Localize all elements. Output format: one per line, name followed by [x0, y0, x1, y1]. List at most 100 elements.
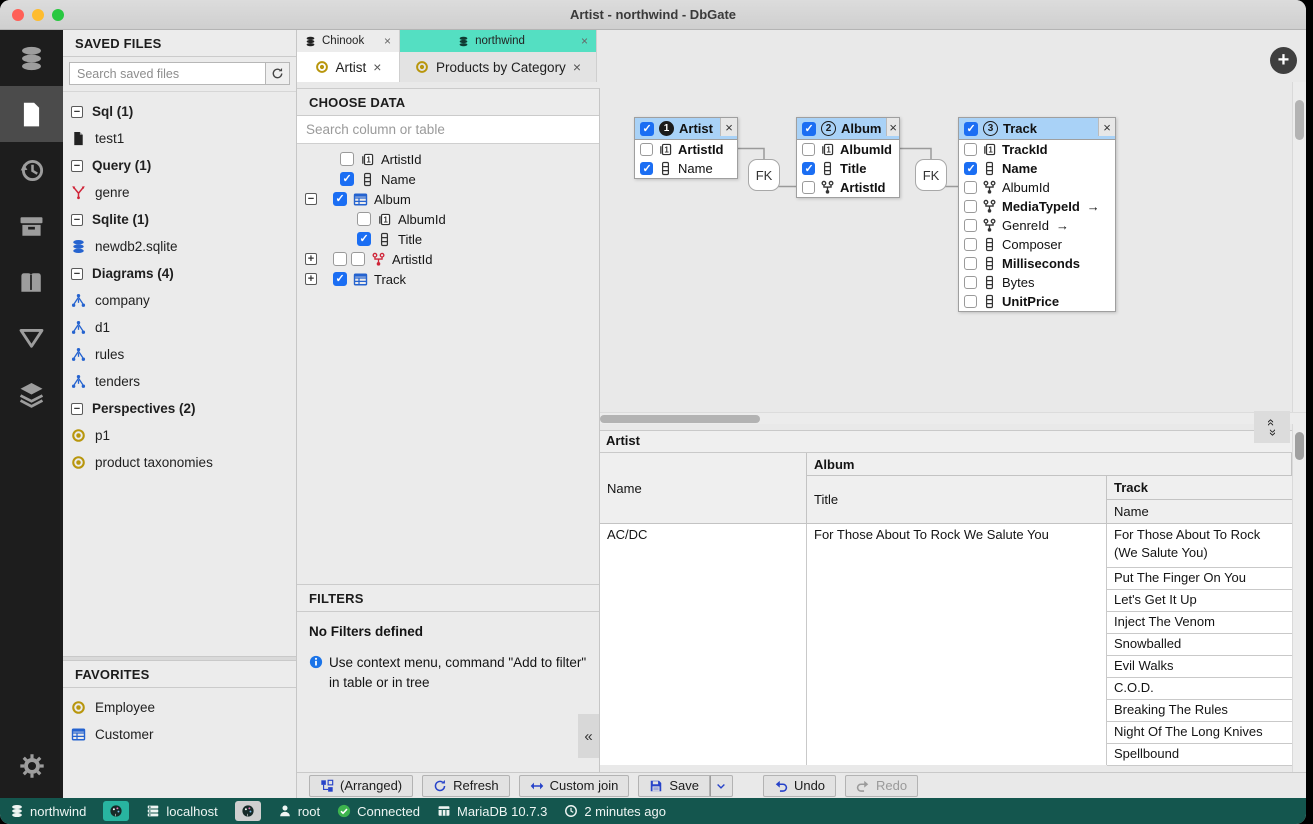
close-icon[interactable]: ×	[886, 118, 899, 136]
tree-row-title[interactable]: Title	[297, 229, 599, 249]
checkbox-unchecked[interactable]	[964, 181, 977, 194]
collapse-icon[interactable]: −	[71, 160, 83, 172]
checkbox-checked[interactable]	[640, 122, 654, 136]
rail-layers-icon[interactable]	[0, 366, 63, 422]
collapse-panel-icon[interactable]: «	[578, 714, 599, 758]
grid-cell-track[interactable]: For Those About To Rock (We Salute You)	[1107, 524, 1292, 568]
saved-item-company[interactable]: company	[63, 287, 296, 314]
rail-files-icon[interactable]	[0, 86, 63, 142]
collapse-icon[interactable]: −	[71, 403, 83, 415]
refresh-files-icon[interactable]	[266, 62, 290, 85]
diagram-column-row[interactable]: Name	[959, 159, 1115, 178]
tree-row-artistid-fk[interactable]: +ArtistId	[297, 249, 599, 269]
grid-cell-track[interactable]: Inject The Venom	[1107, 612, 1292, 634]
checkbox-checked[interactable]	[333, 272, 347, 286]
diagram-table-album[interactable]: 2Album× AlbumId Title ArtistId	[796, 117, 900, 198]
reference-arrow-icon[interactable]: →	[1087, 199, 1100, 214]
status-user[interactable]: root	[278, 804, 320, 819]
save-dropdown-button[interactable]	[710, 775, 733, 797]
status-host[interactable]: localhost	[146, 804, 217, 819]
rail-archive-icon[interactable]	[0, 198, 63, 254]
fk-relation-badge[interactable]: FK	[748, 159, 780, 191]
fk-relation-badge[interactable]: FK	[915, 159, 947, 191]
diagram-column-row[interactable]: TrackId	[959, 140, 1115, 159]
checkbox-unchecked[interactable]	[964, 238, 977, 251]
diagram-table-track[interactable]: 3Track× TrackId Name AlbumId MediaTypeId…	[958, 117, 1116, 312]
saved-group-query[interactable]: −Query (1)	[63, 152, 296, 179]
favorite-customer[interactable]: Customer	[63, 721, 296, 748]
diagram-column-row[interactable]: UnitPrice	[959, 292, 1115, 311]
expand-icon[interactable]: +	[305, 273, 317, 285]
checkbox-unchecked[interactable]	[964, 276, 977, 289]
diagram-column-row[interactable]: Title	[797, 159, 899, 178]
close-icon[interactable]: ×	[720, 118, 737, 136]
checkbox-checked[interactable]	[802, 122, 816, 136]
rail-filter-icon[interactable]	[0, 310, 63, 366]
grid-cell-track[interactable]: Night Of The Long Knives	[1107, 722, 1292, 744]
grid-column-header-title[interactable]: Title	[807, 476, 1107, 524]
diagram-column-row[interactable]: Bytes	[959, 273, 1115, 292]
grid-cell-track[interactable]: Put The Finger On You	[1107, 568, 1292, 590]
db-tab-chinook[interactable]: Chinook×	[297, 30, 400, 52]
expand-icon[interactable]: +	[305, 253, 317, 265]
grid-cell-track[interactable]: Spellbound	[1107, 744, 1292, 766]
checkbox-unchecked[interactable]	[964, 143, 977, 156]
status-database[interactable]: northwind	[10, 804, 86, 819]
tree-row-artistid[interactable]: ArtistId	[297, 149, 599, 169]
checkbox-unchecked[interactable]	[333, 252, 347, 266]
grid-group-header-track[interactable]: Track	[1107, 476, 1292, 500]
checkbox-unchecked[interactable]	[964, 219, 977, 232]
file-tab-artist[interactable]: Artist×	[297, 52, 400, 82]
checkbox-checked[interactable]	[964, 162, 977, 175]
saved-files-search-input[interactable]	[69, 62, 266, 85]
redo-button[interactable]: Redo	[845, 775, 918, 797]
checkbox-unchecked[interactable]	[964, 200, 977, 213]
grid-cell-track[interactable]: Let's Get It Up	[1107, 590, 1292, 612]
collapse-icon[interactable]: −	[305, 193, 317, 205]
rail-book-icon[interactable]	[0, 254, 63, 310]
collapse-icon[interactable]: −	[71, 214, 83, 226]
status-server-version[interactable]: MariaDB 10.7.3	[437, 804, 547, 819]
database-color-badge[interactable]	[103, 801, 129, 821]
checkbox-unchecked[interactable]	[802, 181, 815, 194]
grid-column-header-track-name[interactable]: Name	[1107, 500, 1292, 524]
diagram-column-row[interactable]: AlbumId	[959, 178, 1115, 197]
collapse-icon[interactable]: −	[71, 268, 83, 280]
reference-arrow-icon[interactable]: →	[1056, 218, 1069, 233]
diagram-canvas[interactable]: 1Artist× ArtistId Name 2Album× AlbumId T…	[600, 82, 1306, 412]
tree-row-album[interactable]: −Album	[297, 189, 599, 209]
checkbox-unchecked[interactable]	[357, 212, 371, 226]
saved-item-test1[interactable]: test1	[63, 125, 296, 152]
grid-horizontal-scrollbar[interactable]	[600, 412, 1306, 424]
rail-database-icon[interactable]	[0, 30, 63, 86]
arranged-button[interactable]: (Arranged)	[309, 775, 413, 797]
close-icon[interactable]: ×	[573, 59, 581, 75]
checkbox-unchecked[interactable]	[964, 295, 977, 308]
checkbox-checked[interactable]	[802, 162, 815, 175]
grid-column-header-name[interactable]: Name	[600, 453, 807, 524]
close-icon[interactable]: ×	[373, 59, 381, 75]
grid-cell-track[interactable]: Snowballed	[1107, 634, 1292, 656]
checkbox-checked[interactable]	[357, 232, 371, 246]
saved-group-sql[interactable]: −Sql (1)	[63, 98, 296, 125]
favorite-employee[interactable]: Employee	[63, 694, 296, 721]
saved-group-sqlite[interactable]: −Sqlite (1)	[63, 206, 296, 233]
page-up-icon[interactable]: «	[1267, 418, 1276, 425]
saved-item-d1[interactable]: d1	[63, 314, 296, 341]
diagram-column-row[interactable]: Name	[635, 159, 737, 178]
zoom-in-plus-icon[interactable]: +	[1270, 47, 1297, 74]
grid-root-header[interactable]: Artist	[600, 431, 1292, 453]
saved-item-tenders[interactable]: tenders	[63, 368, 296, 395]
grid-cell-artist[interactable]: AC/DC	[600, 524, 807, 765]
status-last-used[interactable]: 2 minutes ago	[564, 804, 666, 819]
grid-vertical-scrollbar[interactable]	[1292, 424, 1306, 772]
grid-group-header-album[interactable]: Album	[807, 453, 1292, 476]
undo-button[interactable]: Undo	[763, 775, 836, 797]
scrollbar-thumb[interactable]	[600, 415, 760, 423]
saved-group-perspectives[interactable]: −Perspectives (2)	[63, 395, 296, 422]
rail-history-icon[interactable]	[0, 142, 63, 198]
diagram-column-row[interactable]: MediaTypeId→	[959, 197, 1115, 216]
grid-cell-track[interactable]: Breaking The Rules	[1107, 700, 1292, 722]
custom-join-button[interactable]: Custom join	[519, 775, 630, 797]
diagram-vertical-scrollbar[interactable]	[1292, 82, 1306, 412]
